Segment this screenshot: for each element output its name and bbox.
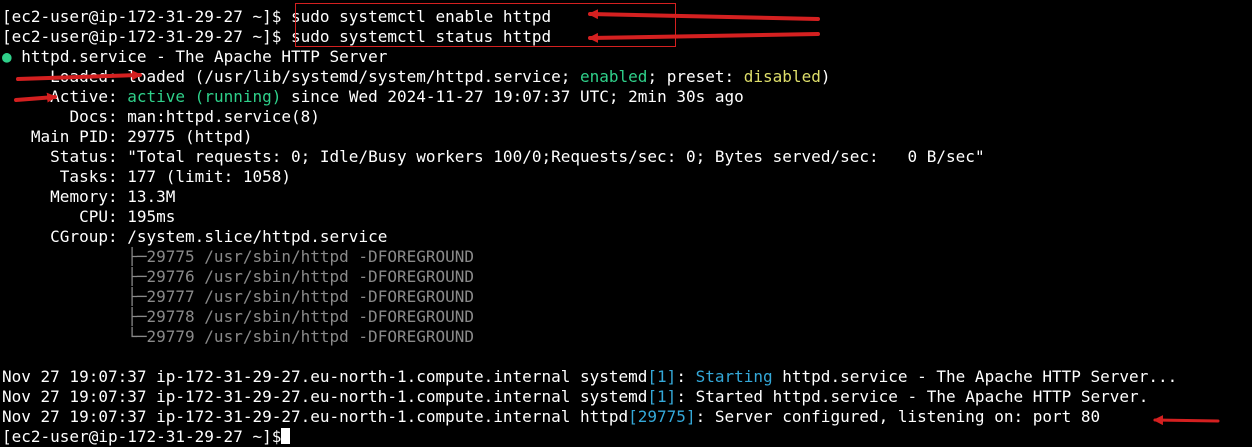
log-colon: : (676, 367, 696, 386)
log-message: httpd.service - The Apache HTTP Server..… (772, 367, 1178, 386)
loaded-path: loaded (/usr/lib/systemd/system/httpd.se… (127, 67, 580, 86)
memory-line: Memory: 13.3M (2, 187, 175, 207)
main-pid-line: Main PID: 29775 (httpd) (2, 127, 253, 147)
cursor-block (281, 428, 291, 444)
log-message: Started httpd.service - The Apache HTTP … (695, 387, 1149, 406)
process-entry: ├─29775 /usr/sbin/httpd -DFOREGROUND (127, 247, 475, 266)
cpu-label: CPU: (79, 207, 118, 226)
service-title: httpd.service - The Apache HTTP Server (21, 47, 388, 66)
docs-line: Docs: man:httpd.service(8) (2, 107, 320, 127)
shell-prompt: [ec2-user@ip-172-31-29-27 ~]$ (2, 7, 282, 26)
tasks-value: 177 (limit: 1058) (127, 167, 291, 186)
process-entry: ├─29776 /usr/sbin/httpd -DFOREGROUND (127, 267, 475, 286)
log-prefix: Nov 27 19:07:37 ip-172-31-29-27.eu-north… (2, 387, 648, 406)
cgroup-line: CGroup: /system.slice/httpd.service (2, 227, 387, 247)
log-colon: : (695, 407, 715, 426)
status-label: Status: (50, 147, 118, 166)
docs-label: Docs: (69, 107, 118, 126)
active-label: Active: (50, 87, 118, 106)
status-dot-icon: ● (2, 47, 12, 66)
arrow-icon (1153, 415, 1220, 426)
process-tree-row: └─29779 /usr/sbin/httpd -DFOREGROUND (2, 327, 474, 347)
process-entry: ├─29777 /usr/sbin/httpd -DFOREGROUND (127, 287, 475, 306)
active-state: active (running) (127, 87, 282, 106)
shell-prompt: [ec2-user@ip-172-31-29-27 ~]$ (2, 27, 282, 46)
cpu-line: CPU: 195ms (2, 207, 175, 227)
log-line: Nov 27 19:07:37 ip-172-31-29-27.eu-north… (2, 367, 1177, 387)
main-pid-label: Main PID: (30, 127, 118, 146)
log-colon: : (676, 387, 696, 406)
status-line: Status: "Total requests: 0; Idle/Busy wo… (2, 147, 985, 167)
process-tree-row: ├─29775 /usr/sbin/httpd -DFOREGROUND (2, 247, 474, 267)
command-highlight-box (295, 3, 676, 47)
process-tree-row: ├─29776 /usr/sbin/httpd -DFOREGROUND (2, 267, 474, 287)
terminal-window[interactable]: [ec2-user@ip-172-31-29-27 ~]$ sudo syste… (0, 0, 1252, 446)
memory-label: Memory: (50, 187, 118, 206)
loaded-line: Loaded: loaded (/usr/lib/systemd/system/… (2, 67, 830, 87)
docs-value: man:httpd.service(8) (127, 107, 320, 126)
log-prefix: Nov 27 19:07:37 ip-172-31-29-27.eu-north… (2, 367, 648, 386)
next-prompt-line: [ec2-user@ip-172-31-29-27 ~]$ (2, 427, 291, 447)
log-line: Nov 27 19:07:37 ip-172-31-29-27.eu-north… (2, 387, 1148, 407)
shell-prompt: [ec2-user@ip-172-31-29-27 ~]$ (2, 427, 282, 446)
main-pid-value: 29775 (httpd) (127, 127, 253, 146)
process-tree-row: ├─29778 /usr/sbin/httpd -DFOREGROUND (2, 307, 474, 327)
service-title-line: ● httpd.service - The Apache HTTP Server (2, 47, 387, 67)
log-pid: [29775] (628, 407, 696, 426)
status-value: "Total requests: 0; Idle/Busy workers 10… (127, 147, 985, 166)
cgroup-label: CGroup: (50, 227, 118, 246)
cgroup-value: /system.slice/httpd.service (127, 227, 388, 246)
process-entry: ├─29778 /usr/sbin/httpd -DFOREGROUND (127, 307, 475, 326)
active-since: since Wed 2024-11-27 19:07:37 UTC; 2min … (291, 87, 744, 106)
process-entry: └─29779 /usr/sbin/httpd -DFOREGROUND (127, 327, 475, 346)
log-pid: [1] (647, 387, 677, 406)
memory-value: 13.3M (127, 187, 176, 206)
loaded-label: Loaded: (50, 67, 118, 86)
log-line: Nov 27 19:07:37 ip-172-31-29-27.eu-north… (2, 407, 1100, 427)
tasks-label: Tasks: (59, 167, 118, 186)
preset-state: disabled (743, 67, 821, 86)
log-prefix: Nov 27 19:07:37 ip-172-31-29-27.eu-north… (2, 407, 629, 426)
process-tree-row: ├─29777 /usr/sbin/httpd -DFOREGROUND (2, 287, 474, 307)
cpu-value: 195ms (127, 207, 176, 226)
enabled-state: enabled (580, 67, 648, 86)
log-highlight: Starting (695, 367, 773, 386)
log-message: Server configured, listening on: port 80 (714, 407, 1101, 426)
loaded-close: ) (820, 67, 831, 86)
active-line: Active: active (running) since Wed 2024-… (2, 87, 744, 107)
log-pid: [1] (647, 367, 677, 386)
preset-label: ; preset: (647, 67, 744, 86)
tasks-line: Tasks: 177 (limit: 1058) (2, 167, 291, 187)
